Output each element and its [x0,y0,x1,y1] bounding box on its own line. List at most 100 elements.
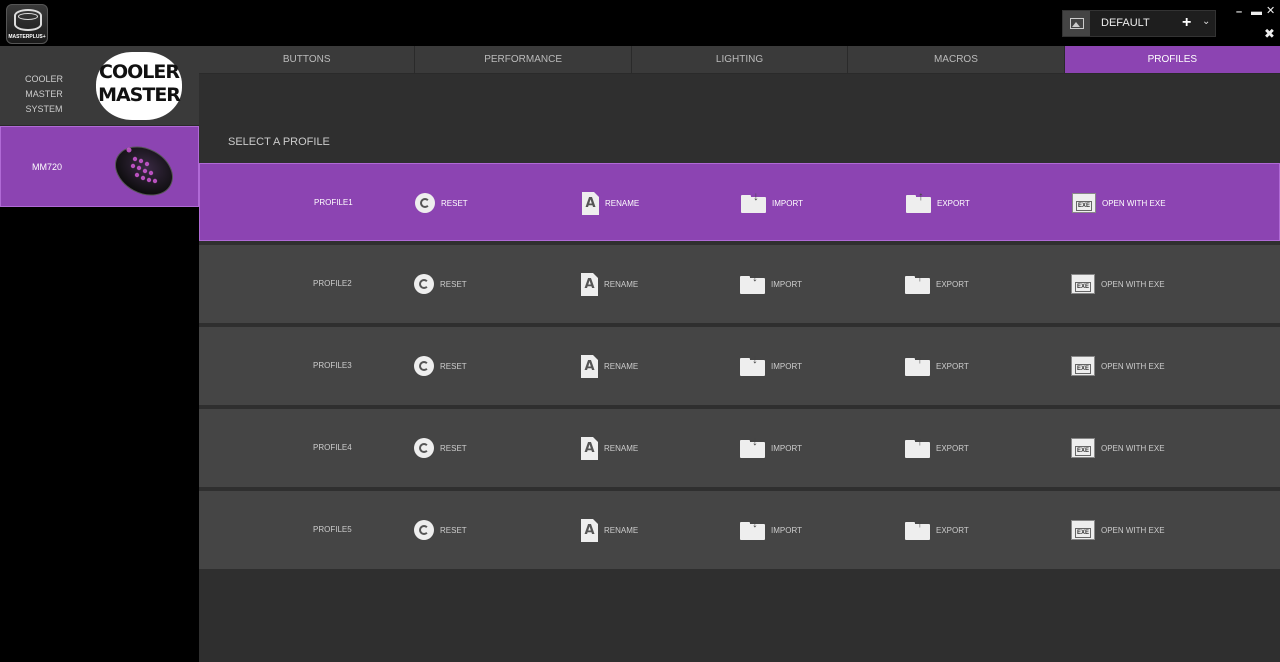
folder-import-icon: ↓ [740,434,765,458]
open-with-exe-button[interactable]: EXE OPEN WITH EXE [1071,436,1165,460]
tab-profiles[interactable]: PROFILES [1064,46,1280,74]
open-with-exe-button[interactable]: EXE OPEN WITH EXE [1072,191,1166,215]
import-button[interactable]: ↓ IMPORT [741,189,803,215]
reset-button[interactable]: RESET [414,518,467,542]
reset-label: RESET [440,443,467,453]
chevron-down-icon[interactable]: ⌄ [1202,16,1210,27]
reset-button[interactable]: RESET [414,272,467,296]
rename-icon: A [581,354,598,378]
import-arrow: ↓ [752,434,758,448]
export-button[interactable]: ↑ EXPORT [905,435,969,460]
rename-label: RENAME [604,361,639,371]
reset-label: RESET [441,198,468,208]
profile-row-1[interactable]: PROFILE1 RESET A RENAME ↓ IMPORT ↑ EXPOR… [199,163,1280,241]
tools-icon[interactable]: ✖ [1264,27,1275,40]
profile-row-2[interactable]: PROFILE2 RESET A RENAME ↓ IMPORT ↑ EXPOR… [199,245,1280,323]
import-arrow: ↓ [752,352,758,366]
tab-macros[interactable]: MACROS [848,46,1065,74]
image-icon[interactable] [1063,11,1090,36]
reset-icon [414,356,434,376]
import-label: IMPORT [771,443,802,453]
masterplus-logo-icon[interactable]: MASTERPLUS+ [6,4,48,44]
open-with-exe-label: OPEN WITH EXE [1101,525,1165,535]
open-with-exe-button[interactable]: EXE OPEN WITH EXE [1071,518,1165,542]
title-bar: MASTERPLUS+ DEFAULT + ⌄ – ▬ ✕ ✖ [0,0,1280,46]
import-arrow: ↓ [753,189,759,203]
profile-row-4[interactable]: PROFILE4 RESET A RENAME ↓ IMPORT ↑ EXPOR… [199,409,1280,487]
tab-buttons[interactable]: BUTTONS [199,46,416,74]
profiles-panel: SELECT A PROFILE PROFILE1 RESET A RENAME… [199,74,1280,662]
profile-selector[interactable]: DEFAULT + ⌄ [1062,10,1216,37]
open-with-exe-button[interactable]: EXE OPEN WITH EXE [1071,354,1165,378]
profile-name: PROFILE3 [313,361,352,370]
import-button[interactable]: ↓ IMPORT [740,271,802,296]
import-button[interactable]: ↓ IMPORT [740,517,802,542]
export-label: EXPORT [936,361,969,371]
rename-label: RENAME [604,279,639,289]
reset-icon [414,274,434,294]
folder-import-icon: ↓ [740,271,765,294]
tab-bar: BUTTONS PERFORMANCE LIGHTING MACROS PROF… [199,46,1280,74]
export-button[interactable]: ↑ EXPORT [905,270,969,296]
section-title: SELECT A PROFILE [228,136,330,148]
exe-icon: EXE [1071,520,1095,540]
reset-button[interactable]: RESET [414,436,467,460]
import-button[interactable]: ↓ IMPORT [740,352,802,378]
current-profile-name: DEFAULT [1101,17,1150,29]
rename-button[interactable]: A RENAME [581,272,638,296]
logo-line-1: COOLER [99,61,180,83]
import-label: IMPORT [772,198,803,208]
exe-glyph: EXE [1075,201,1092,211]
rename-label: RENAME [604,443,639,453]
export-arrow: ↑ [917,516,923,530]
rename-button[interactable]: A RENAME [582,191,639,215]
export-arrow: ↑ [918,189,924,203]
import-label: IMPORT [771,361,802,371]
mouse-icon [115,146,173,196]
folder-import-icon: ↓ [740,352,765,376]
export-button[interactable]: ↑ EXPORT [905,352,969,378]
close-button[interactable]: ✕ [1266,5,1275,17]
export-arrow: ↑ [917,270,923,284]
open-with-exe-label: OPEN WITH EXE [1101,443,1165,453]
rename-icon: A [582,191,599,215]
export-label: EXPORT [937,198,970,208]
reset-button[interactable]: RESET [415,191,468,215]
rename-label: RENAME [604,525,639,535]
export-arrow: ↑ [917,352,923,366]
logo-line-2: MASTER [98,84,181,106]
device-name: MM720 [32,162,63,172]
rename-button[interactable]: A RENAME [581,354,638,378]
app-logo-text: MASTERPLUS+ [8,34,46,40]
profile-row-3[interactable]: PROFILE3 RESET A RENAME ↓ IMPORT ↑ EXPOR… [199,327,1280,405]
sidebar-item-mm720[interactable]: MM720 [0,126,199,207]
reset-label: RESET [440,361,467,371]
profile-name: PROFILE5 [313,525,352,534]
minimize-button[interactable]: – [1236,6,1242,18]
exe-glyph: EXE [1074,528,1091,538]
folder-export-icon: ↑ [905,352,930,376]
export-label: EXPORT [936,443,969,453]
profile-row-5[interactable]: PROFILE5 RESET A RENAME ↓ IMPORT ↑ EXPOR… [199,491,1280,569]
import-button[interactable]: ↓ IMPORT [740,434,802,460]
rename-button[interactable]: A RENAME [581,518,638,542]
export-button[interactable]: ↑ EXPORT [906,189,970,215]
export-label: EXPORT [936,525,969,535]
brand-panel[interactable]: COOLER MASTER SYSTEM COOLER MASTER [0,46,199,126]
add-profile-button[interactable]: + [1182,13,1191,33]
exe-glyph: EXE [1074,282,1091,292]
export-button[interactable]: ↑ EXPORT [905,516,969,542]
open-with-exe-label: OPEN WITH EXE [1101,279,1165,289]
folder-import-icon: ↓ [741,189,766,213]
reset-icon [415,193,435,213]
open-with-exe-button[interactable]: EXE OPEN WITH EXE [1071,272,1165,296]
profile-name: PROFILE1 [314,198,353,207]
maximize-button[interactable]: ▬ [1251,6,1262,18]
tab-lighting[interactable]: LIGHTING [631,46,849,74]
reset-button[interactable]: RESET [414,354,467,378]
exe-icon: EXE [1071,438,1095,458]
rename-button[interactable]: A RENAME [581,436,638,460]
tab-performance[interactable]: PERFORMANCE [415,46,632,74]
import-label: IMPORT [771,525,802,535]
folder-export-icon: ↑ [905,270,930,294]
